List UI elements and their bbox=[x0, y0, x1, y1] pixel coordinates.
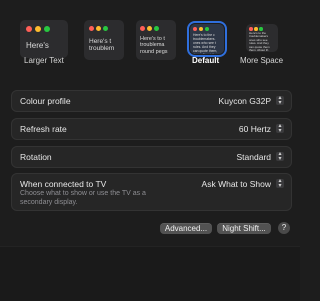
help-button[interactable]: ? bbox=[278, 222, 290, 234]
tv-description: Choose what to show or use the TV as a s… bbox=[20, 190, 146, 206]
rotation-row: Rotation Standard ▴ ▾ bbox=[12, 151, 291, 164]
zoom-dot-icon bbox=[44, 26, 50, 32]
resolution-option-more-space[interactable]: Here's to the troublemakers ones who see… bbox=[236, 6, 298, 84]
preview-text: Here's to the c troublemakers. ones who … bbox=[193, 33, 218, 54]
resolution-option-2[interactable]: Here's t troublem bbox=[84, 6, 128, 84]
tv-popup-arrows-icon[interactable]: ▴ ▾ bbox=[276, 178, 284, 189]
colour-profile-popup-arrows-icon[interactable]: ▴ ▾ bbox=[276, 95, 284, 106]
minimize-dot-icon bbox=[35, 26, 41, 32]
window-traffic-lights bbox=[89, 26, 108, 31]
tv-value[interactable]: Ask What to Show bbox=[202, 179, 271, 189]
tv-label: When connected to TV bbox=[20, 179, 107, 189]
zoom-dot-icon bbox=[259, 27, 263, 31]
close-dot-icon bbox=[140, 26, 145, 31]
refresh-rate-popup-arrows-icon[interactable]: ▴ ▾ bbox=[276, 123, 284, 134]
resolution-preview: Here's to the c troublemakers. ones who … bbox=[187, 21, 227, 57]
resolution-option-default[interactable]: Here's to the c troublemakers. ones who … bbox=[187, 6, 232, 84]
rotation-group: Rotation Standard ▴ ▾ bbox=[11, 146, 292, 168]
refresh-rate-label: Refresh rate bbox=[20, 124, 67, 134]
zoom-dot-icon bbox=[154, 26, 159, 31]
window-traffic-lights bbox=[140, 26, 159, 31]
preview-text: Here's to the troublemakers ones who see… bbox=[249, 31, 270, 52]
preview-text: Here's to t troublema round pegs bbox=[140, 36, 168, 55]
colour-profile-row: Colour profile Kuycon G32P ▴ ▾ bbox=[12, 95, 291, 108]
close-dot-icon bbox=[26, 26, 32, 32]
window-traffic-lights bbox=[26, 26, 50, 32]
zoom-dot-icon bbox=[205, 27, 209, 31]
rotation-popup-arrows-icon[interactable]: ▴ ▾ bbox=[276, 151, 284, 162]
refresh-rate-value[interactable]: 60 Hertz bbox=[239, 124, 271, 134]
window-traffic-lights bbox=[249, 27, 263, 31]
minimize-dot-icon bbox=[96, 26, 101, 31]
colour-profile-group: Colour profile Kuycon G32P ▴ ▾ bbox=[11, 90, 292, 112]
preview-text: Here's t troublem bbox=[89, 38, 115, 53]
resolution-preview: Here's bbox=[20, 20, 68, 58]
colour-profile-label: Colour profile bbox=[20, 96, 71, 106]
close-dot-icon bbox=[89, 26, 94, 31]
close-dot-icon bbox=[193, 27, 197, 31]
resolution-label: Larger Text bbox=[24, 56, 64, 65]
minimize-dot-icon bbox=[254, 27, 258, 31]
resolution-options: Here's Larger Text Here's t troublem Her… bbox=[8, 6, 300, 84]
resolution-option-larger-text[interactable]: Here's Larger Text bbox=[20, 6, 72, 84]
advanced-button[interactable]: Advanced... bbox=[160, 223, 212, 234]
resolution-label: More Space bbox=[240, 56, 284, 65]
preview-text: Here's bbox=[26, 41, 49, 50]
close-dot-icon bbox=[249, 27, 253, 31]
zoom-dot-icon bbox=[103, 26, 108, 31]
tv-group: When connected to TV Ask What to Show ▴ ▾… bbox=[11, 173, 292, 211]
resolution-preview: Here's to t troublema round pegs bbox=[136, 20, 176, 60]
bottom-area bbox=[0, 246, 300, 301]
resolution-label: Default bbox=[192, 56, 220, 65]
refresh-rate-group: Refresh rate 60 Hertz ▴ ▾ bbox=[11, 118, 292, 140]
resolution-preview: Here's t troublem bbox=[84, 20, 124, 60]
resolution-option-3[interactable]: Here's to t troublema round pegs bbox=[136, 6, 180, 84]
minimize-dot-icon bbox=[199, 27, 203, 31]
window-traffic-lights bbox=[193, 27, 209, 31]
night-shift-button[interactable]: Night Shift... bbox=[217, 223, 271, 234]
minimize-dot-icon bbox=[147, 26, 152, 31]
refresh-rate-row: Refresh rate 60 Hertz ▴ ▾ bbox=[12, 123, 291, 136]
rotation-label: Rotation bbox=[20, 152, 52, 162]
resolution-preview: Here's to the troublemakers ones who see… bbox=[246, 24, 278, 52]
rotation-value[interactable]: Standard bbox=[237, 152, 272, 162]
colour-profile-value[interactable]: Kuycon G32P bbox=[219, 96, 271, 106]
